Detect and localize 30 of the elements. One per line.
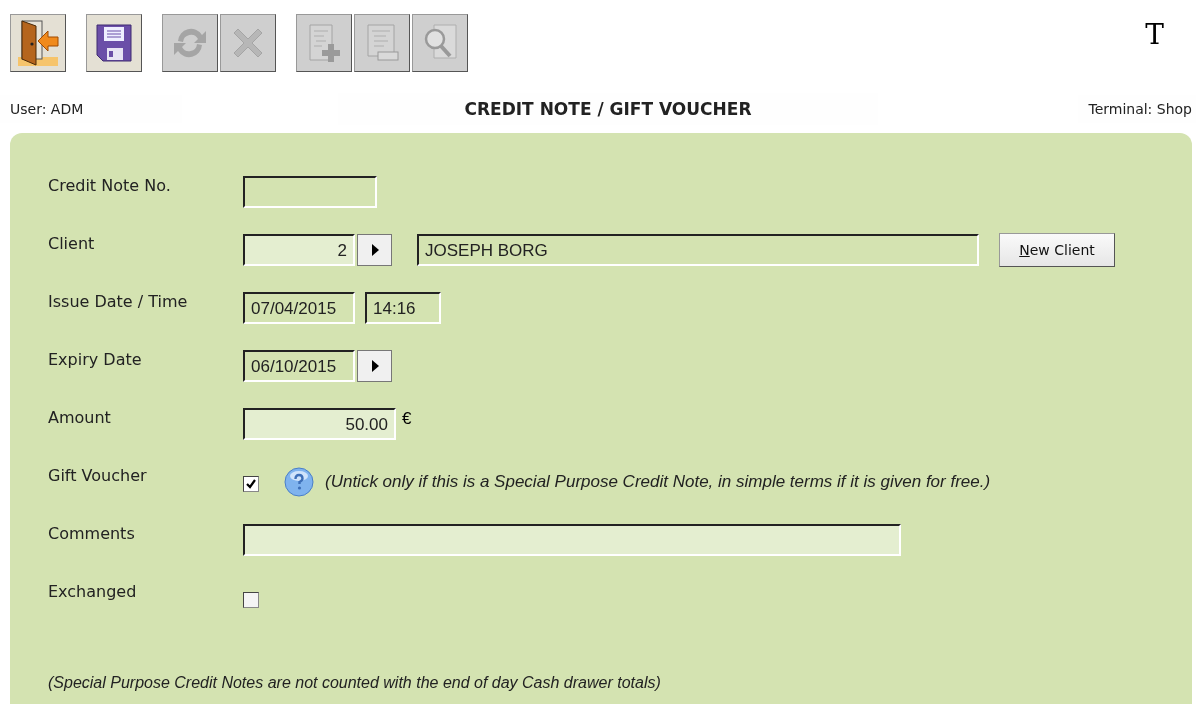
client-name-field[interactable]: JOSEPH BORG: [417, 234, 979, 266]
play-arrow-icon: [370, 360, 379, 372]
footnote: (Special Purpose Credit Notes are not counted with the end of day Cash drawer totals): [48, 674, 662, 692]
help-icon[interactable]: [283, 466, 315, 498]
date-field[interactable]: 06/10/2015: [243, 350, 355, 382]
time-field[interactable]: 14:16: [365, 292, 441, 324]
checkbox[interactable]: [243, 476, 259, 492]
credit-note-number-field[interactable]: [243, 176, 377, 208]
amount-field[interactable]: 50.00: [243, 408, 396, 440]
field-label: Credit Note No.: [48, 175, 172, 195]
field-label: Exchanged: [48, 581, 138, 601]
checkbox[interactable]: [243, 592, 259, 608]
exit-button[interactable]: [10, 14, 66, 72]
door-arrow-icon: [16, 19, 60, 67]
field-label: Comments: [48, 523, 136, 543]
client-number-field[interactable]: 2: [243, 234, 355, 266]
hint-text: (Untick only if this is a Special Purpose Credit Note, in simple terms if it is given for free.): [325, 472, 991, 492]
field-label: Issue Date / Time: [48, 291, 189, 311]
date-picker-button[interactable]: [357, 350, 392, 382]
field-label: Client: [48, 233, 96, 253]
lookup-button[interactable]: [357, 234, 392, 266]
new-client-button[interactable]: New Client: [999, 233, 1115, 267]
field-label: Amount: [48, 407, 112, 427]
currency-symbol: €: [402, 409, 412, 429]
field-label: Expiry Date: [48, 349, 143, 369]
date-field[interactable]: 07/04/2015: [243, 292, 355, 324]
field-label: Gift Voucher: [48, 465, 148, 485]
play-arrow-icon: [370, 244, 379, 256]
comments-field[interactable]: [243, 524, 901, 556]
save-button[interactable]: [86, 14, 142, 72]
